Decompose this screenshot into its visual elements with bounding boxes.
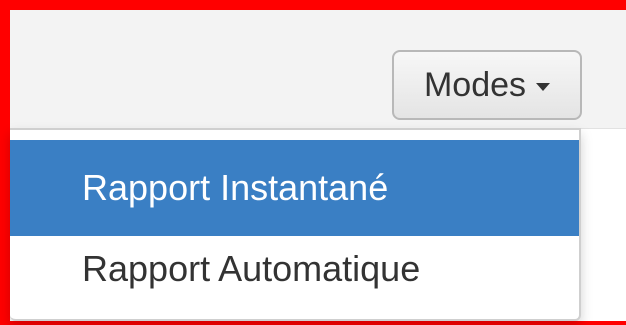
modes-button-label: Modes <box>423 65 527 104</box>
modes-button[interactable]: Modes <box>392 50 582 120</box>
menu-item-label: Rapport Instantané <box>82 167 389 208</box>
menu-item-rapport-instantane[interactable]: Rapport Instantané <box>10 140 579 236</box>
chevron-down-icon <box>536 83 551 91</box>
modes-dropdown-menu: Rapport Instantané Rapport Automatique <box>10 128 581 321</box>
menu-item-rapport-automatique[interactable]: Rapport Automatique <box>10 226 579 312</box>
toolbar: Modes <box>10 10 626 129</box>
menu-item-label: Rapport Automatique <box>82 248 421 289</box>
